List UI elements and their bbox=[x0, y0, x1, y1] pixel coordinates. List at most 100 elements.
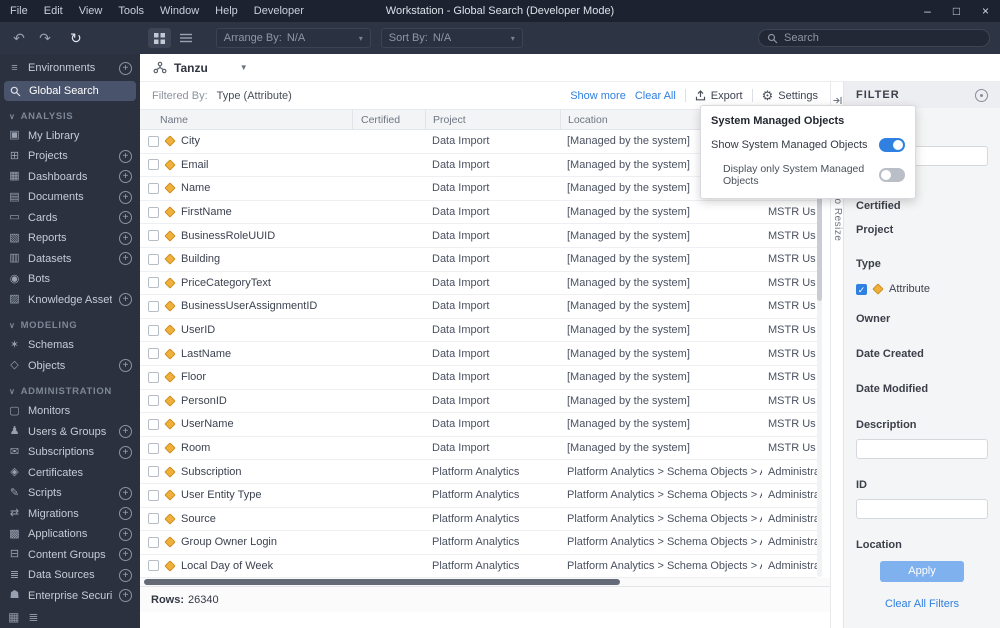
filter-section-type[interactable]: Type bbox=[856, 258, 988, 270]
sidebar-item[interactable]: ⊟ Content Groups + bbox=[0, 545, 140, 566]
sidebar-item[interactable]: ◉ Bots + bbox=[0, 269, 140, 290]
row-checkbox[interactable] bbox=[148, 395, 159, 407]
row-checkbox[interactable] bbox=[148, 536, 159, 548]
column-header-project[interactable]: Project bbox=[425, 110, 560, 129]
menu-item[interactable]: Edit bbox=[36, 0, 71, 22]
table-row[interactable]: UserName Data Import [Managed by the sys… bbox=[140, 413, 817, 437]
table-row[interactable]: Group Owner Login Platform Analytics Pla… bbox=[140, 531, 817, 555]
sidebar-item[interactable]: ▧ Reports + bbox=[0, 228, 140, 249]
table-row[interactable]: Room Data Import [Managed by the system]… bbox=[140, 437, 817, 461]
section-header-analysis[interactable]: ∨ ANALYSIS bbox=[0, 107, 140, 126]
filter-section-description[interactable]: Description bbox=[856, 419, 988, 431]
add-button[interactable]: + bbox=[119, 548, 132, 562]
filter-section-date-created[interactable]: Date Created bbox=[856, 348, 988, 360]
filter-section-location[interactable]: Location bbox=[856, 539, 988, 551]
row-checkbox[interactable] bbox=[148, 560, 159, 572]
back-button[interactable]: ↶ bbox=[10, 30, 28, 47]
table-row[interactable]: Building Data Import [Managed by the sys… bbox=[140, 248, 817, 272]
menu-item[interactable]: View bbox=[71, 0, 111, 22]
status-layout-icon[interactable]: ▦ bbox=[8, 610, 19, 624]
filter-section-project[interactable]: Project bbox=[856, 224, 988, 236]
sidebar-item[interactable]: ▨ Knowledge Assets + bbox=[0, 290, 140, 311]
table-row[interactable]: PersonID Data Import [Managed by the sys… bbox=[140, 390, 817, 414]
table-row[interactable]: BusinessRoleUUID Data Import [Managed by… bbox=[140, 224, 817, 248]
column-header-name[interactable]: Name bbox=[140, 110, 352, 129]
sidebar-item[interactable]: ▭ Cards + bbox=[0, 208, 140, 229]
table-row[interactable]: FirstName Data Import [Managed by the sy… bbox=[140, 201, 817, 225]
sidebar-item[interactable]: ▥ Datasets + bbox=[0, 249, 140, 270]
minimize-button[interactable]: – bbox=[913, 0, 942, 22]
menu-item[interactable]: Help bbox=[207, 0, 246, 22]
add-button[interactable]: + bbox=[119, 170, 132, 184]
add-button[interactable]: + bbox=[119, 149, 132, 163]
arrange-by-dropdown[interactable]: Arrange By: N/A ▾ bbox=[215, 28, 371, 48]
add-button[interactable]: + bbox=[119, 190, 132, 204]
menu-item[interactable]: File bbox=[2, 0, 36, 22]
add-button[interactable]: + bbox=[119, 211, 132, 225]
table-row[interactable]: PriceCategoryText Data Import [Managed b… bbox=[140, 272, 817, 296]
filter-id-input[interactable] bbox=[856, 499, 988, 519]
grid-view-button[interactable] bbox=[147, 28, 171, 48]
section-header-administration[interactable]: ∨ ADMINISTRATION bbox=[0, 382, 140, 401]
add-button[interactable]: + bbox=[119, 445, 132, 459]
sidebar-item[interactable]: ✉ Subscriptions + bbox=[0, 442, 140, 463]
maximize-button[interactable]: □ bbox=[942, 0, 971, 22]
list-view-button[interactable] bbox=[175, 28, 198, 48]
environment-selector[interactable]: Tanzu ▼ bbox=[140, 54, 1000, 82]
row-checkbox[interactable] bbox=[148, 371, 159, 383]
forward-button[interactable]: ↷ bbox=[36, 30, 54, 47]
add-button[interactable]: + bbox=[119, 507, 132, 521]
filter-description-input[interactable] bbox=[856, 439, 988, 459]
sidebar-item[interactable]: ◇ Objects + bbox=[0, 356, 140, 377]
clear-all-link[interactable]: Clear All bbox=[635, 90, 676, 102]
table-row[interactable]: User Entity Type Platform Analytics Plat… bbox=[140, 484, 817, 508]
sidebar-item[interactable]: ▢ Monitors + bbox=[0, 401, 140, 422]
row-checkbox[interactable] bbox=[148, 206, 159, 218]
sidebar-item[interactable]: ◈ Certificates + bbox=[0, 463, 140, 484]
row-checkbox[interactable] bbox=[148, 135, 159, 147]
sidebar-item[interactable]: ▦ Dashboards + bbox=[0, 167, 140, 188]
add-button[interactable]: + bbox=[119, 568, 132, 582]
menu-item[interactable]: Tools bbox=[110, 0, 152, 22]
row-checkbox[interactable] bbox=[148, 277, 159, 289]
search-input[interactable] bbox=[784, 32, 981, 44]
row-checkbox[interactable] bbox=[148, 230, 159, 242]
sidebar-item-environments[interactable]: ≡ Environments + bbox=[0, 58, 140, 79]
add-button[interactable]: + bbox=[119, 231, 132, 245]
sidebar-item[interactable]: ▩ Applications + bbox=[0, 524, 140, 545]
filter-section-date-modified[interactable]: Date Modified bbox=[856, 383, 988, 395]
add-button[interactable]: + bbox=[119, 359, 132, 373]
filter-section-owner[interactable]: Owner bbox=[856, 313, 988, 325]
display-only-system-managed-objects-toggle[interactable] bbox=[879, 168, 905, 182]
table-row[interactable]: Subscription Platform Analytics Platform… bbox=[140, 460, 817, 484]
row-checkbox[interactable] bbox=[148, 182, 159, 194]
row-checkbox[interactable] bbox=[148, 348, 159, 360]
refresh-button[interactable]: ↻ bbox=[70, 30, 82, 47]
add-button[interactable]: + bbox=[119, 252, 132, 266]
pin-filter-panel-icon[interactable] bbox=[975, 88, 988, 102]
sidebar-item[interactable]: ☗ Enterprise Security + bbox=[0, 586, 140, 607]
row-checkbox[interactable] bbox=[148, 489, 159, 501]
table-row[interactable]: Source Platform Analytics Platform Analy… bbox=[140, 508, 817, 532]
sidebar-item[interactable]: ▤ Documents + bbox=[0, 187, 140, 208]
row-checkbox[interactable] bbox=[148, 159, 159, 171]
row-checkbox[interactable] bbox=[148, 324, 159, 336]
add-button[interactable]: + bbox=[119, 527, 132, 541]
menu-item[interactable]: Window bbox=[152, 0, 207, 22]
row-checkbox[interactable] bbox=[148, 442, 159, 454]
filter-section-id[interactable]: ID bbox=[856, 479, 988, 491]
table-row[interactable]: LastName Data Import [Managed by the sys… bbox=[140, 342, 817, 366]
add-button[interactable]: + bbox=[119, 425, 132, 439]
sidebar-item[interactable]: ≣ Data Sources + bbox=[0, 565, 140, 586]
filter-section-certified[interactable]: Certified bbox=[856, 200, 988, 212]
export-button[interactable]: Export bbox=[695, 90, 743, 102]
add-button[interactable]: + bbox=[119, 293, 132, 307]
toolbar-search[interactable] bbox=[758, 29, 990, 47]
add-button[interactable]: + bbox=[119, 589, 132, 603]
table-row[interactable]: BusinessUserAssignmentID Data Import [Ma… bbox=[140, 295, 817, 319]
filter-type-option-attribute[interactable]: ✓ Attribute bbox=[856, 283, 988, 295]
settings-button[interactable]: ⚙ Settings bbox=[762, 89, 818, 102]
show-more-link[interactable]: Show more bbox=[570, 90, 626, 102]
menu-item[interactable]: Developer bbox=[246, 0, 312, 22]
add-environment-button[interactable]: + bbox=[119, 61, 132, 75]
